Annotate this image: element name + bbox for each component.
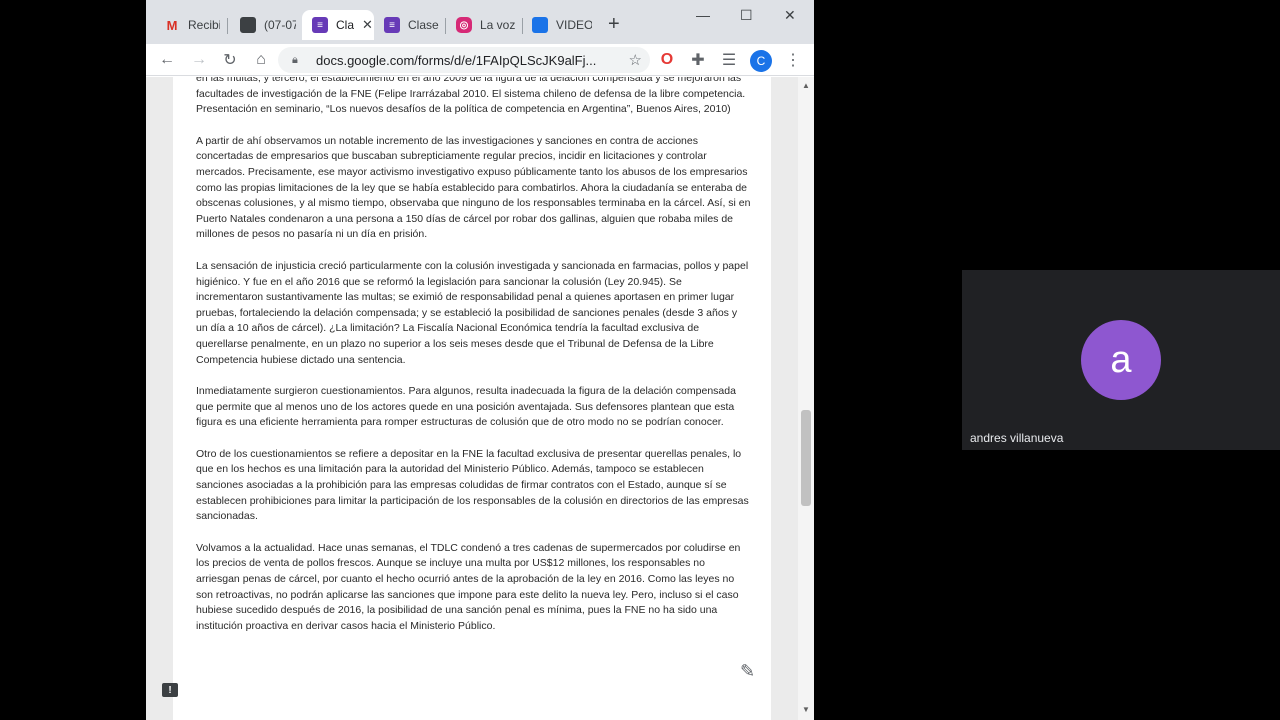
- tab-label: Recibi: [188, 18, 220, 32]
- page-scrollbar[interactable]: ▲ ▼: [798, 77, 814, 720]
- tab-gmail[interactable]: M Recibi: [154, 10, 220, 40]
- tab-forms-active[interactable]: ≡ Cla ✕: [302, 10, 374, 40]
- opera-extension-icon[interactable]: O: [656, 49, 678, 71]
- browser-window: M Recibi (07-07 ≡ Cla ✕ ≡ Clase ◎ La voz: [146, 0, 814, 720]
- tab-label: VIDEO: [556, 18, 592, 32]
- paragraph: en las multas; y tercero, el establecimi…: [196, 77, 746, 116]
- gmail-icon: M: [166, 17, 178, 33]
- url-text: docs.google.com/forms/d/e/1FAIpQLScJK9al…: [316, 52, 597, 68]
- tab-video[interactable]: VIDEO: [522, 10, 592, 40]
- forms-icon: ≡: [384, 17, 400, 33]
- tab-forms-clase[interactable]: ≡ Clase: [374, 10, 440, 40]
- scroll-down-arrow-icon[interactable]: ▼: [802, 705, 810, 714]
- film-icon: [532, 17, 548, 33]
- extensions-puzzle-icon[interactable]: ✚: [687, 49, 709, 71]
- reload-icon[interactable]: ↻: [219, 49, 241, 71]
- tab-label: La voz: [480, 18, 516, 32]
- paragraph: Inmediatamente surgieron cuestionamiento…: [196, 385, 736, 429]
- participant-name: andres villanueva: [970, 431, 1064, 445]
- paragraph: A partir de ahí observamos un notable in…: [196, 134, 751, 241]
- screen: M Recibi (07-07 ≡ Cla ✕ ≡ Clase ◎ La voz: [0, 0, 1280, 720]
- profile-avatar[interactable]: C: [750, 50, 772, 72]
- scroll-up-arrow-icon[interactable]: ▲: [802, 81, 810, 90]
- scrollbar-thumb[interactable]: [801, 410, 811, 506]
- home-icon[interactable]: ⌂: [250, 49, 272, 71]
- address-bar[interactable]: 🔒︎ docs.google.com/forms/d/e/1FAIpQLScJK…: [278, 47, 650, 73]
- tab-contacts[interactable]: (07-07: [230, 10, 296, 40]
- participant-avatar: a: [1081, 320, 1161, 400]
- document-text: en las multas; y tercero, el establecimi…: [196, 77, 751, 650]
- tab-strip: M Recibi (07-07 ≡ Cla ✕ ≡ Clase ◎ La voz: [146, 0, 814, 44]
- tab-label: Cla: [336, 18, 355, 32]
- new-tab-button[interactable]: +: [608, 13, 620, 35]
- bookmark-star-icon[interactable]: ☆: [629, 51, 642, 69]
- back-arrow-icon[interactable]: ←: [156, 49, 178, 71]
- document-page: en las multas; y tercero, el establecimi…: [173, 77, 771, 720]
- tab-label: Clase: [408, 18, 439, 32]
- participant-tile[interactable]: a andres villanueva: [962, 270, 1280, 450]
- maximize-icon[interactable]: ☐: [740, 6, 753, 24]
- paragraph: Volvamos a la actualidad. Hace unas sema…: [196, 541, 741, 632]
- paragraph: Otro de los cuestionamientos se refiere …: [196, 447, 749, 523]
- paragraph: La sensación de injusticia creció partic…: [196, 259, 749, 366]
- close-window-icon[interactable]: ✕: [784, 6, 796, 24]
- contact-card-icon: [240, 17, 256, 33]
- page-viewport: en las multas; y tercero, el establecimi…: [146, 77, 814, 720]
- instagram-icon: ◎: [456, 17, 472, 33]
- forward-arrow-icon[interactable]: →: [188, 49, 210, 71]
- edit-pencil-icon[interactable]: ✎: [740, 661, 755, 682]
- tab-instagram[interactable]: ◎ La voz: [446, 10, 518, 40]
- lock-icon: 🔒︎: [292, 53, 298, 66]
- minimize-icon[interactable]: —: [696, 6, 710, 24]
- menu-kebab-icon[interactable]: ⋮: [782, 49, 804, 71]
- tab-label: (07-07: [264, 18, 296, 32]
- browser-toolbar: ← → ↻ ⌂ 🔒︎ docs.google.com/forms/d/e/1FA…: [146, 44, 814, 76]
- reading-list-icon[interactable]: ☰: [718, 49, 740, 71]
- close-tab-icon[interactable]: ✕: [362, 17, 373, 33]
- forms-icon: ≡: [312, 17, 328, 33]
- feedback-icon[interactable]: !: [162, 683, 178, 697]
- tab-separator: [227, 18, 228, 34]
